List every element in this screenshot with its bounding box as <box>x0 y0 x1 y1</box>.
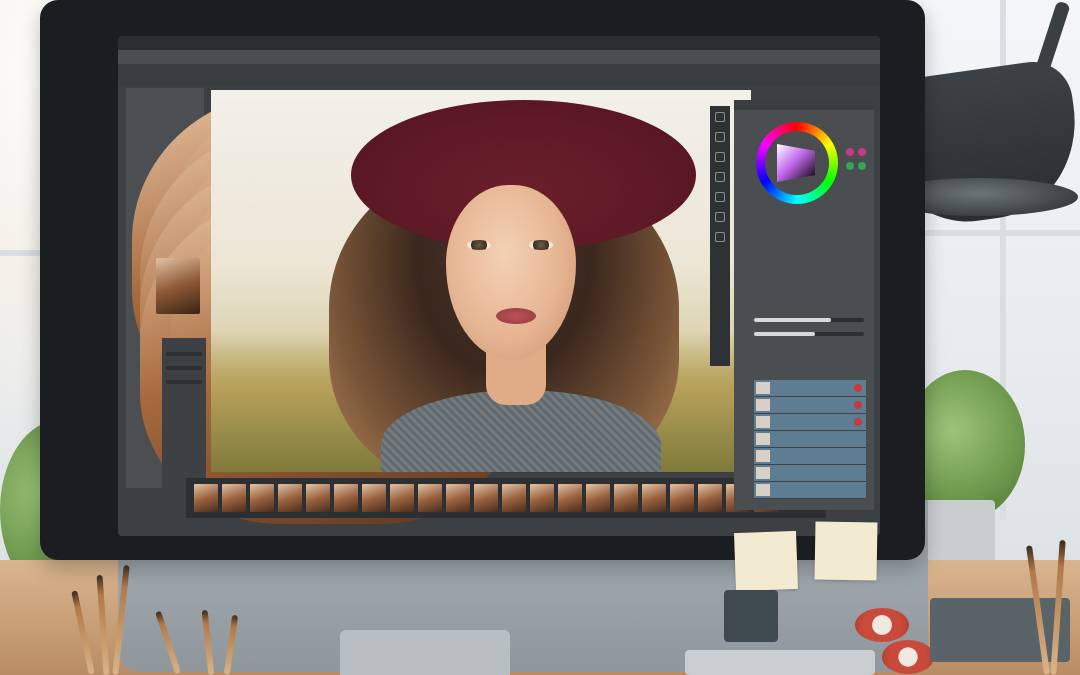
filmstrip-frame[interactable] <box>446 484 470 512</box>
saturation-value-picker[interactable] <box>777 144 815 182</box>
menu-bar <box>118 36 880 50</box>
layer-visibility-icon[interactable] <box>854 384 862 392</box>
adjustments-panel <box>734 100 874 510</box>
filmstrip-frame[interactable] <box>530 484 554 512</box>
filmstrip-frame[interactable] <box>418 484 442 512</box>
monitor-stand <box>340 630 510 675</box>
color-wheel-center <box>765 131 829 195</box>
filmstrip <box>186 478 826 518</box>
filmstrip-frame[interactable] <box>558 484 582 512</box>
tape-roll <box>882 640 934 674</box>
filmstrip-frame[interactable] <box>306 484 330 512</box>
layer-thumbnail <box>756 382 770 394</box>
layer-row[interactable] <box>754 397 866 414</box>
crop-tool-icon[interactable] <box>715 172 725 182</box>
jar <box>724 590 778 642</box>
hand-tool-icon[interactable] <box>715 232 725 242</box>
layer-thumbnail <box>756 450 770 462</box>
panel-header <box>734 100 874 110</box>
text-tool-icon[interactable] <box>715 212 725 222</box>
filmstrip-frame[interactable] <box>278 484 302 512</box>
layer-row[interactable] <box>754 482 866 499</box>
subject-lips <box>496 308 536 324</box>
layer-visibility-icon[interactable] <box>854 418 862 426</box>
sticky-note <box>814 521 878 581</box>
slider-fill <box>754 332 815 336</box>
filmstrip-frame[interactable] <box>334 484 358 512</box>
zoom-tool-icon[interactable] <box>715 192 725 202</box>
property-slider[interactable] <box>166 380 202 384</box>
filmstrip-frame[interactable] <box>250 484 274 512</box>
layer-row[interactable] <box>754 414 866 431</box>
filmstrip-frame[interactable] <box>642 484 666 512</box>
property-slider[interactable] <box>166 366 202 370</box>
subject-eye-right <box>529 240 553 250</box>
device-box <box>930 598 1070 662</box>
layer-row[interactable] <box>754 431 866 448</box>
tape-roll <box>855 608 909 642</box>
filmstrip-frame[interactable] <box>698 484 722 512</box>
monitor-bezel <box>40 0 925 560</box>
tool-column <box>710 106 730 366</box>
move-tool-icon[interactable] <box>715 112 725 122</box>
monitor-screen <box>118 36 880 536</box>
image-canvas[interactable] <box>211 90 751 472</box>
document-tab-bar <box>118 64 880 86</box>
thumbnail-selected[interactable] <box>156 258 200 314</box>
subject-eye-left <box>467 240 491 250</box>
filmstrip-frame[interactable] <box>670 484 694 512</box>
layer-thumbnail <box>756 416 770 428</box>
layer-row[interactable] <box>754 465 866 482</box>
thumbnail-panel <box>126 88 520 524</box>
layer-row[interactable] <box>754 448 866 465</box>
brush-tool-icon[interactable] <box>715 132 725 142</box>
filmstrip-frame[interactable] <box>222 484 246 512</box>
layer-thumbnail <box>756 399 770 411</box>
color-wheel-icon[interactable] <box>756 122 838 204</box>
layer-row[interactable] <box>754 380 866 397</box>
slider-fill <box>754 318 831 322</box>
filmstrip-frame[interactable] <box>194 484 218 512</box>
adjustment-slider[interactable] <box>754 332 864 336</box>
workspace-scene <box>0 0 1080 675</box>
filmstrip-frame[interactable] <box>362 484 386 512</box>
filmstrip-frame[interactable] <box>474 484 498 512</box>
sticky-note <box>734 530 798 592</box>
color-swatch[interactable] <box>846 162 854 170</box>
adjustment-slider[interactable] <box>754 318 864 322</box>
filmstrip-frame[interactable] <box>390 484 414 512</box>
color-swatch[interactable] <box>858 148 866 156</box>
layer-visibility-icon[interactable] <box>854 401 862 409</box>
filmstrip-frame[interactable] <box>614 484 638 512</box>
color-swatch[interactable] <box>846 148 854 156</box>
layer-thumbnail <box>756 467 770 479</box>
filmstrip-frame[interactable] <box>586 484 610 512</box>
eraser-tool-icon[interactable] <box>715 152 725 162</box>
options-bar <box>118 50 880 64</box>
layer-thumbnail <box>756 433 770 445</box>
device-tray <box>685 650 875 675</box>
layer-thumbnail <box>756 484 770 496</box>
color-swatch[interactable] <box>858 162 866 170</box>
property-slider[interactable] <box>166 352 202 356</box>
filmstrip-frame[interactable] <box>502 484 526 512</box>
